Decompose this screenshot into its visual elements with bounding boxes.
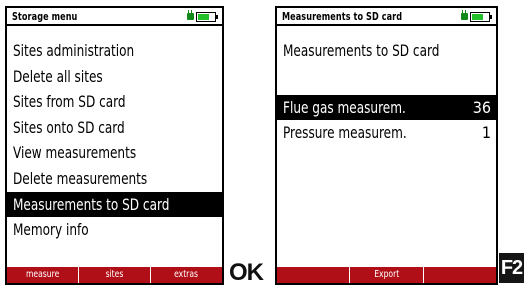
row-flue-gas-measurements[interactable]: Flue gas measurem. 36 xyxy=(277,95,496,120)
menu-item-label: Measurements to SD card xyxy=(13,194,170,214)
menu-item-label: Sites administration xyxy=(13,41,135,60)
ok-key[interactable]: OK xyxy=(229,260,264,286)
battery-level-fill xyxy=(198,13,210,20)
f2-key[interactable]: F2 xyxy=(499,253,524,283)
screen-title: Measurements to SD card xyxy=(282,10,403,23)
row-count: 36 xyxy=(472,98,491,117)
softkey-left-empty[interactable] xyxy=(277,267,351,283)
title-bar: Storage menu xyxy=(7,8,222,26)
menu-item-label: Sites from SD card xyxy=(13,92,126,112)
softkey-label: Export xyxy=(373,269,400,280)
menu-item-view-measurements[interactable]: View measurements xyxy=(7,140,222,166)
softkey-right-empty[interactable] xyxy=(423,267,496,283)
softkey-measure[interactable]: measure xyxy=(7,267,79,283)
menu-item-delete-measurements[interactable]: Delete measurements xyxy=(7,166,222,192)
softkey-extras[interactable]: extras xyxy=(151,267,222,283)
screen-heading: Measurements to SD card xyxy=(283,41,440,60)
menu-item-label: Delete all sites xyxy=(13,66,103,86)
storage-menu-list: Sites administration Delete all sites Si… xyxy=(7,38,222,243)
menu-item-measurements-to-sd-card[interactable]: Measurements to SD card xyxy=(7,191,222,218)
menu-item-sites-onto-sd-card[interactable]: Sites onto SD card xyxy=(7,115,222,141)
storage-menu-screen: Storage menu Sites administration Delete… xyxy=(5,6,224,285)
row-label: Flue gas measurem. xyxy=(283,98,406,117)
menu-item-label: Memory info xyxy=(13,220,89,240)
battery-icon xyxy=(470,11,492,22)
softkey-bar: Export xyxy=(277,267,496,283)
row-label: Pressure measurem. xyxy=(283,123,407,142)
title-bar: Measurements to SD card xyxy=(277,8,496,26)
softkey-bar: measure sites extras xyxy=(7,267,222,283)
menu-item-sites-administration[interactable]: Sites administration xyxy=(7,38,222,64)
battery-level-fill xyxy=(472,13,484,20)
menu-item-sites-from-sd-card[interactable]: Sites from SD card xyxy=(7,89,222,115)
menu-item-label: Sites onto SD card xyxy=(13,117,125,137)
plug-icon xyxy=(187,10,194,20)
softkey-export[interactable]: Export xyxy=(350,267,424,283)
plug-icon xyxy=(461,10,468,20)
battery-icon xyxy=(196,11,218,22)
menu-item-label: Delete measurements xyxy=(13,168,148,188)
measurements-to-sd-card-screen: Measurements to SD card Measurements to … xyxy=(275,6,498,285)
menu-item-delete-all-sites[interactable]: Delete all sites xyxy=(7,64,222,90)
status-icons xyxy=(461,10,492,22)
softkey-label: extras xyxy=(174,269,199,280)
softkey-label: sites xyxy=(105,269,124,280)
measurement-type-list: Flue gas measurem. 36 Pressure measurem.… xyxy=(277,95,496,145)
screen-title: Storage menu xyxy=(12,10,78,23)
softkey-sites[interactable]: sites xyxy=(79,267,151,283)
row-pressure-measurements[interactable]: Pressure measurem. 1 xyxy=(277,120,496,145)
menu-item-label: View measurements xyxy=(13,143,137,163)
row-count: 1 xyxy=(481,123,491,142)
softkey-label: measure xyxy=(25,269,60,280)
status-icons xyxy=(187,10,218,22)
menu-item-memory-info[interactable]: Memory info xyxy=(7,217,222,243)
